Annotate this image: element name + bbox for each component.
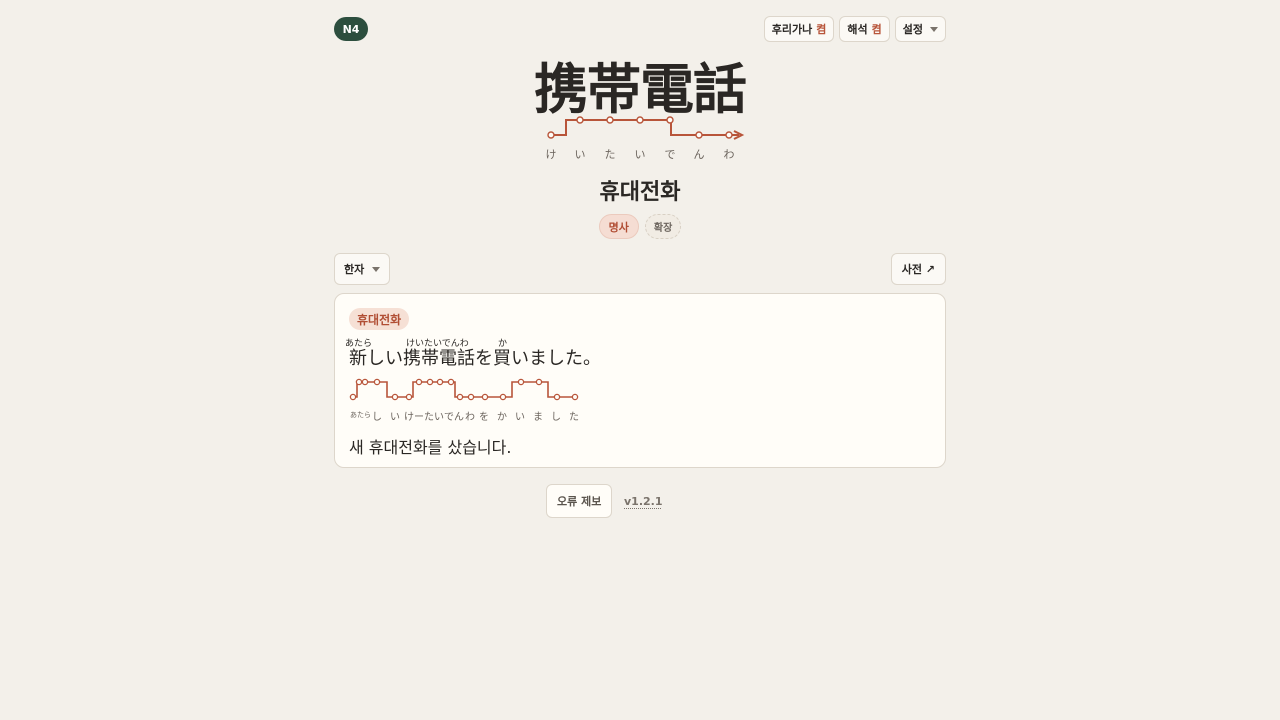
kana-mora: い	[515, 412, 525, 423]
top-controls: 후리가나 켬 해석 켬 설정	[763, 16, 946, 42]
sentence-kana-row: あたら し い け ー た い で ん わ を か い ま し た	[335, 408, 947, 423]
word-tags: 명사 확장	[334, 214, 946, 239]
settings-label: 설정	[902, 23, 923, 36]
kana-mora: た	[604, 148, 616, 161]
expand-tag-button[interactable]: 확장	[644, 214, 682, 239]
kana-mora: ん	[693, 148, 705, 161]
kana-mora: し	[551, 412, 561, 423]
kana-mora: け	[545, 148, 557, 161]
furigana-toggle-label: 후리가나	[771, 23, 813, 36]
kana-mora: か	[497, 412, 507, 423]
kana-mora: い	[434, 412, 444, 423]
kana-mora: で	[664, 148, 676, 161]
kana-mora: を	[479, 412, 489, 423]
part-of-speech-tag: 명사	[598, 214, 639, 239]
translation-toggle[interactable]: 해석 켬	[839, 16, 890, 42]
kana-mora: た	[569, 412, 579, 423]
settings-button[interactable]: 설정	[894, 16, 946, 42]
example-translation: 새 휴대전화를 샀습니다.	[349, 438, 512, 457]
example-card: 휴대전화 あたら けいたいでんわ か 新しい携帯電話を買いました。 あたら し …	[334, 293, 946, 468]
kana-mora: い	[634, 148, 646, 161]
kana-mora: し	[372, 412, 382, 423]
kana-mora: い	[390, 412, 400, 423]
script-row: 한자 사전 ↗	[334, 253, 946, 285]
kana-mora: た	[424, 412, 434, 423]
footer: 오류 제보 v1.2.1	[334, 484, 946, 518]
chevron-down-icon	[930, 26, 938, 32]
kana-mora: い	[574, 148, 586, 161]
kana-mora: け	[404, 412, 414, 423]
word-kana-row: け い た い で ん わ	[334, 146, 946, 161]
furigana-toggle-state: 켬	[816, 23, 827, 36]
example-word-chip: 휴대전화	[349, 308, 410, 330]
kana-mora: ま	[533, 412, 543, 423]
word-pitch-graph	[547, 116, 745, 140]
kana-mora: ん	[454, 412, 464, 423]
word-detail-page: N4 후리가나 켬 해석 켬 설정 携帯電話 け い た い で ん わ 휴대전…	[334, 16, 946, 526]
kana-mora: で	[444, 412, 454, 423]
version-link[interactable]: v1.2.1	[624, 495, 663, 508]
kana-mora: わ	[723, 148, 735, 161]
kana-mora: わ	[465, 412, 475, 423]
furigana-toggle[interactable]: 후리가나 켬	[763, 16, 835, 42]
translation-toggle-label: 해석	[847, 23, 868, 36]
report-error-button[interactable]: 오류 제보	[546, 484, 613, 518]
dictionary-link[interactable]: 사전 ↗	[890, 253, 946, 285]
sentence-pitch-graph	[349, 378, 579, 401]
word-kanji: 携帯電話	[534, 57, 747, 121]
chevron-down-icon	[372, 266, 381, 272]
script-select-value: 한자	[344, 263, 365, 276]
word-korean: 휴대전화	[599, 180, 681, 205]
kana-mora: あたら	[350, 411, 371, 419]
script-select[interactable]: 한자	[334, 253, 391, 285]
translation-toggle-state: 켬	[871, 23, 882, 36]
kana-mora: ー	[414, 412, 424, 423]
jlpt-level-badge: N4	[334, 17, 368, 41]
example-sentence: 新しい携帯電話を買いました。	[349, 348, 601, 369]
